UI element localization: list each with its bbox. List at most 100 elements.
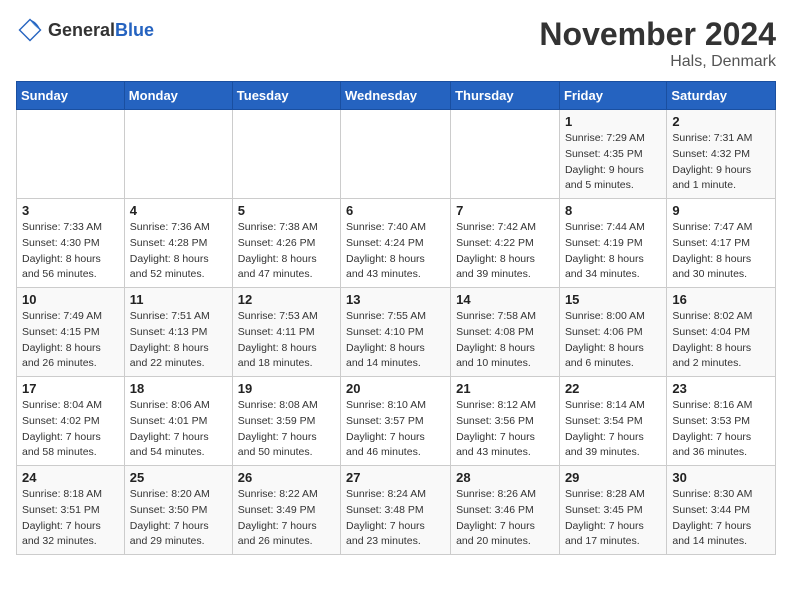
table-row: 23 Sunrise: 8:16 AMSunset: 3:53 PMDayligh… <box>667 377 776 466</box>
day-info: Sunrise: 8:26 AMSunset: 3:46 PMDaylight:… <box>456 487 554 550</box>
header: General Blue November 2024 Hals, Denmark <box>16 16 776 71</box>
table-row: 5 Sunrise: 7:38 AMSunset: 4:26 PMDaylight… <box>232 199 340 288</box>
col-wednesday: Wednesday <box>341 82 451 110</box>
table-row <box>232 110 340 199</box>
day-number: 12 <box>238 292 335 307</box>
calendar-week-4: 17Sunrise: 8:04 AMSunset: 4:02 PMDayligh… <box>17 377 776 466</box>
day-info: Sunrise: 7:38 AMSunset: 4:26 PMDaylight:… <box>238 220 335 283</box>
day-info: Sunrise: 7:47 AMSunset: 4:17 PMDaylight:… <box>672 220 770 283</box>
table-row: 2 Sunrise: 7:31 AMSunset: 4:32 PMDaylight… <box>667 110 776 199</box>
day-info: Sunrise: 8:06 AMSunset: 4:01 PMDaylight:… <box>130 398 227 461</box>
calendar-week-1: 1 Sunrise: 7:29 AMSunset: 4:35 PMDaylight… <box>17 110 776 199</box>
table-row: 6Sunrise: 7:40 AMSunset: 4:24 PMDaylight… <box>341 199 451 288</box>
day-info: Sunrise: 7:55 AMSunset: 4:10 PMDaylight:… <box>346 309 445 372</box>
col-saturday: Saturday <box>667 82 776 110</box>
day-info: Sunrise: 8:18 AMSunset: 3:51 PMDaylight:… <box>22 487 119 550</box>
day-number: 5 <box>238 203 335 218</box>
col-thursday: Thursday <box>451 82 560 110</box>
day-number: 13 <box>346 292 445 307</box>
day-info: Sunrise: 8:08 AMSunset: 3:59 PMDaylight:… <box>238 398 335 461</box>
table-row: 3 Sunrise: 7:33 AMSunset: 4:30 PMDaylight… <box>17 199 125 288</box>
calendar-table: Sunday Monday Tuesday Wednesday Thursday… <box>16 81 776 555</box>
day-info: Sunrise: 8:20 AMSunset: 3:50 PMDaylight:… <box>130 487 227 550</box>
table-row: 20 Sunrise: 8:10 AMSunset: 3:57 PMDayligh… <box>341 377 451 466</box>
day-info: Sunrise: 7:40 AMSunset: 4:24 PMDaylight:… <box>346 220 445 283</box>
table-row: 30 Sunrise: 8:30 AMSunset: 3:44 PMDayligh… <box>667 466 776 555</box>
day-number: 15 <box>565 292 661 307</box>
day-number: 30 <box>672 470 770 485</box>
col-friday: Friday <box>559 82 666 110</box>
table-row: 21 Sunrise: 8:12 AMSunset: 3:56 PMDayligh… <box>451 377 560 466</box>
table-row: 10 Sunrise: 7:49 AMSunset: 4:15 PMDayligh… <box>17 288 125 377</box>
day-info: Sunrise: 7:31 AMSunset: 4:32 PMDaylight:… <box>672 131 770 194</box>
day-info: Sunrise: 7:58 AMSunset: 4:08 PMDaylight:… <box>456 309 554 372</box>
day-number: 24 <box>22 470 119 485</box>
calendar-week-3: 10 Sunrise: 7:49 AMSunset: 4:15 PMDayligh… <box>17 288 776 377</box>
logo-icon <box>16 16 44 44</box>
col-sunday: Sunday <box>17 82 125 110</box>
table-row: 27 Sunrise: 8:24 AMSunset: 3:48 PMDayligh… <box>341 466 451 555</box>
day-info: Sunrise: 7:42 AMSunset: 4:22 PMDaylight:… <box>456 220 554 283</box>
title-area: November 2024 Hals, Denmark <box>539 16 776 71</box>
table-row: 17Sunrise: 8:04 AMSunset: 4:02 PMDayligh… <box>17 377 125 466</box>
day-info: Sunrise: 7:33 AMSunset: 4:30 PMDaylight:… <box>22 220 119 283</box>
day-info: Sunrise: 8:28 AMSunset: 3:45 PMDaylight:… <box>565 487 661 550</box>
day-info: Sunrise: 8:10 AMSunset: 3:57 PMDaylight:… <box>346 398 445 461</box>
table-row <box>17 110 125 199</box>
day-number: 20 <box>346 381 445 396</box>
day-number: 25 <box>130 470 227 485</box>
location-title: Hals, Denmark <box>539 53 776 71</box>
table-row: 24 Sunrise: 8:18 AMSunset: 3:51 PMDayligh… <box>17 466 125 555</box>
day-info: Sunrise: 8:00 AMSunset: 4:06 PMDaylight:… <box>565 309 661 372</box>
day-info: Sunrise: 7:51 AMSunset: 4:13 PMDaylight:… <box>130 309 227 372</box>
day-number: 23 <box>672 381 770 396</box>
day-number: 28 <box>456 470 554 485</box>
table-row: 9 Sunrise: 7:47 AMSunset: 4:17 PMDaylight… <box>667 199 776 288</box>
day-number: 10 <box>22 292 119 307</box>
table-row: 26Sunrise: 8:22 AMSunset: 3:49 PMDayligh… <box>232 466 340 555</box>
day-number: 4 <box>130 203 227 218</box>
day-info: Sunrise: 8:24 AMSunset: 3:48 PMDaylight:… <box>346 487 445 550</box>
col-monday: Monday <box>124 82 232 110</box>
day-info: Sunrise: 7:49 AMSunset: 4:15 PMDaylight:… <box>22 309 119 372</box>
table-row: 18 Sunrise: 8:06 AMSunset: 4:01 PMDayligh… <box>124 377 232 466</box>
table-row: 29Sunrise: 8:28 AMSunset: 3:45 PMDayligh… <box>559 466 666 555</box>
table-row: 12Sunrise: 7:53 AMSunset: 4:11 PMDayligh… <box>232 288 340 377</box>
table-row: 25 Sunrise: 8:20 AMSunset: 3:50 PMDayligh… <box>124 466 232 555</box>
day-number: 9 <box>672 203 770 218</box>
table-row: 16 Sunrise: 8:02 AMSunset: 4:04 PMDayligh… <box>667 288 776 377</box>
day-number: 7 <box>456 203 554 218</box>
day-number: 26 <box>238 470 335 485</box>
day-info: Sunrise: 7:36 AMSunset: 4:28 PMDaylight:… <box>130 220 227 283</box>
col-tuesday: Tuesday <box>232 82 340 110</box>
day-number: 27 <box>346 470 445 485</box>
day-info: Sunrise: 8:16 AMSunset: 3:53 PMDaylight:… <box>672 398 770 461</box>
day-number: 18 <box>130 381 227 396</box>
table-row: 4 Sunrise: 7:36 AMSunset: 4:28 PMDaylight… <box>124 199 232 288</box>
day-number: 1 <box>565 114 661 129</box>
month-title: November 2024 <box>539 16 776 53</box>
day-info: Sunrise: 8:14 AMSunset: 3:54 PMDaylight:… <box>565 398 661 461</box>
day-number: 3 <box>22 203 119 218</box>
day-info: Sunrise: 8:30 AMSunset: 3:44 PMDaylight:… <box>672 487 770 550</box>
logo-name: General Blue <box>48 21 154 39</box>
logo: General Blue <box>16 16 154 44</box>
calendar-header-row: Sunday Monday Tuesday Wednesday Thursday… <box>17 82 776 110</box>
table-row: 8Sunrise: 7:44 AMSunset: 4:19 PMDaylight… <box>559 199 666 288</box>
day-info: Sunrise: 7:44 AMSunset: 4:19 PMDaylight:… <box>565 220 661 283</box>
table-row <box>451 110 560 199</box>
day-number: 16 <box>672 292 770 307</box>
day-info: Sunrise: 8:12 AMSunset: 3:56 PMDaylight:… <box>456 398 554 461</box>
table-row: 15 Sunrise: 8:00 AMSunset: 4:06 PMDayligh… <box>559 288 666 377</box>
table-row: 1 Sunrise: 7:29 AMSunset: 4:35 PMDaylight… <box>559 110 666 199</box>
day-info: Sunrise: 7:29 AMSunset: 4:35 PMDaylight:… <box>565 131 661 194</box>
day-number: 21 <box>456 381 554 396</box>
calendar-week-5: 24 Sunrise: 8:18 AMSunset: 3:51 PMDayligh… <box>17 466 776 555</box>
day-number: 14 <box>456 292 554 307</box>
day-info: Sunrise: 8:02 AMSunset: 4:04 PMDaylight:… <box>672 309 770 372</box>
table-row <box>341 110 451 199</box>
table-row: 14 Sunrise: 7:58 AMSunset: 4:08 PMDayligh… <box>451 288 560 377</box>
table-row <box>124 110 232 199</box>
day-number: 2 <box>672 114 770 129</box>
day-info: Sunrise: 8:04 AMSunset: 4:02 PMDaylight:… <box>22 398 119 461</box>
